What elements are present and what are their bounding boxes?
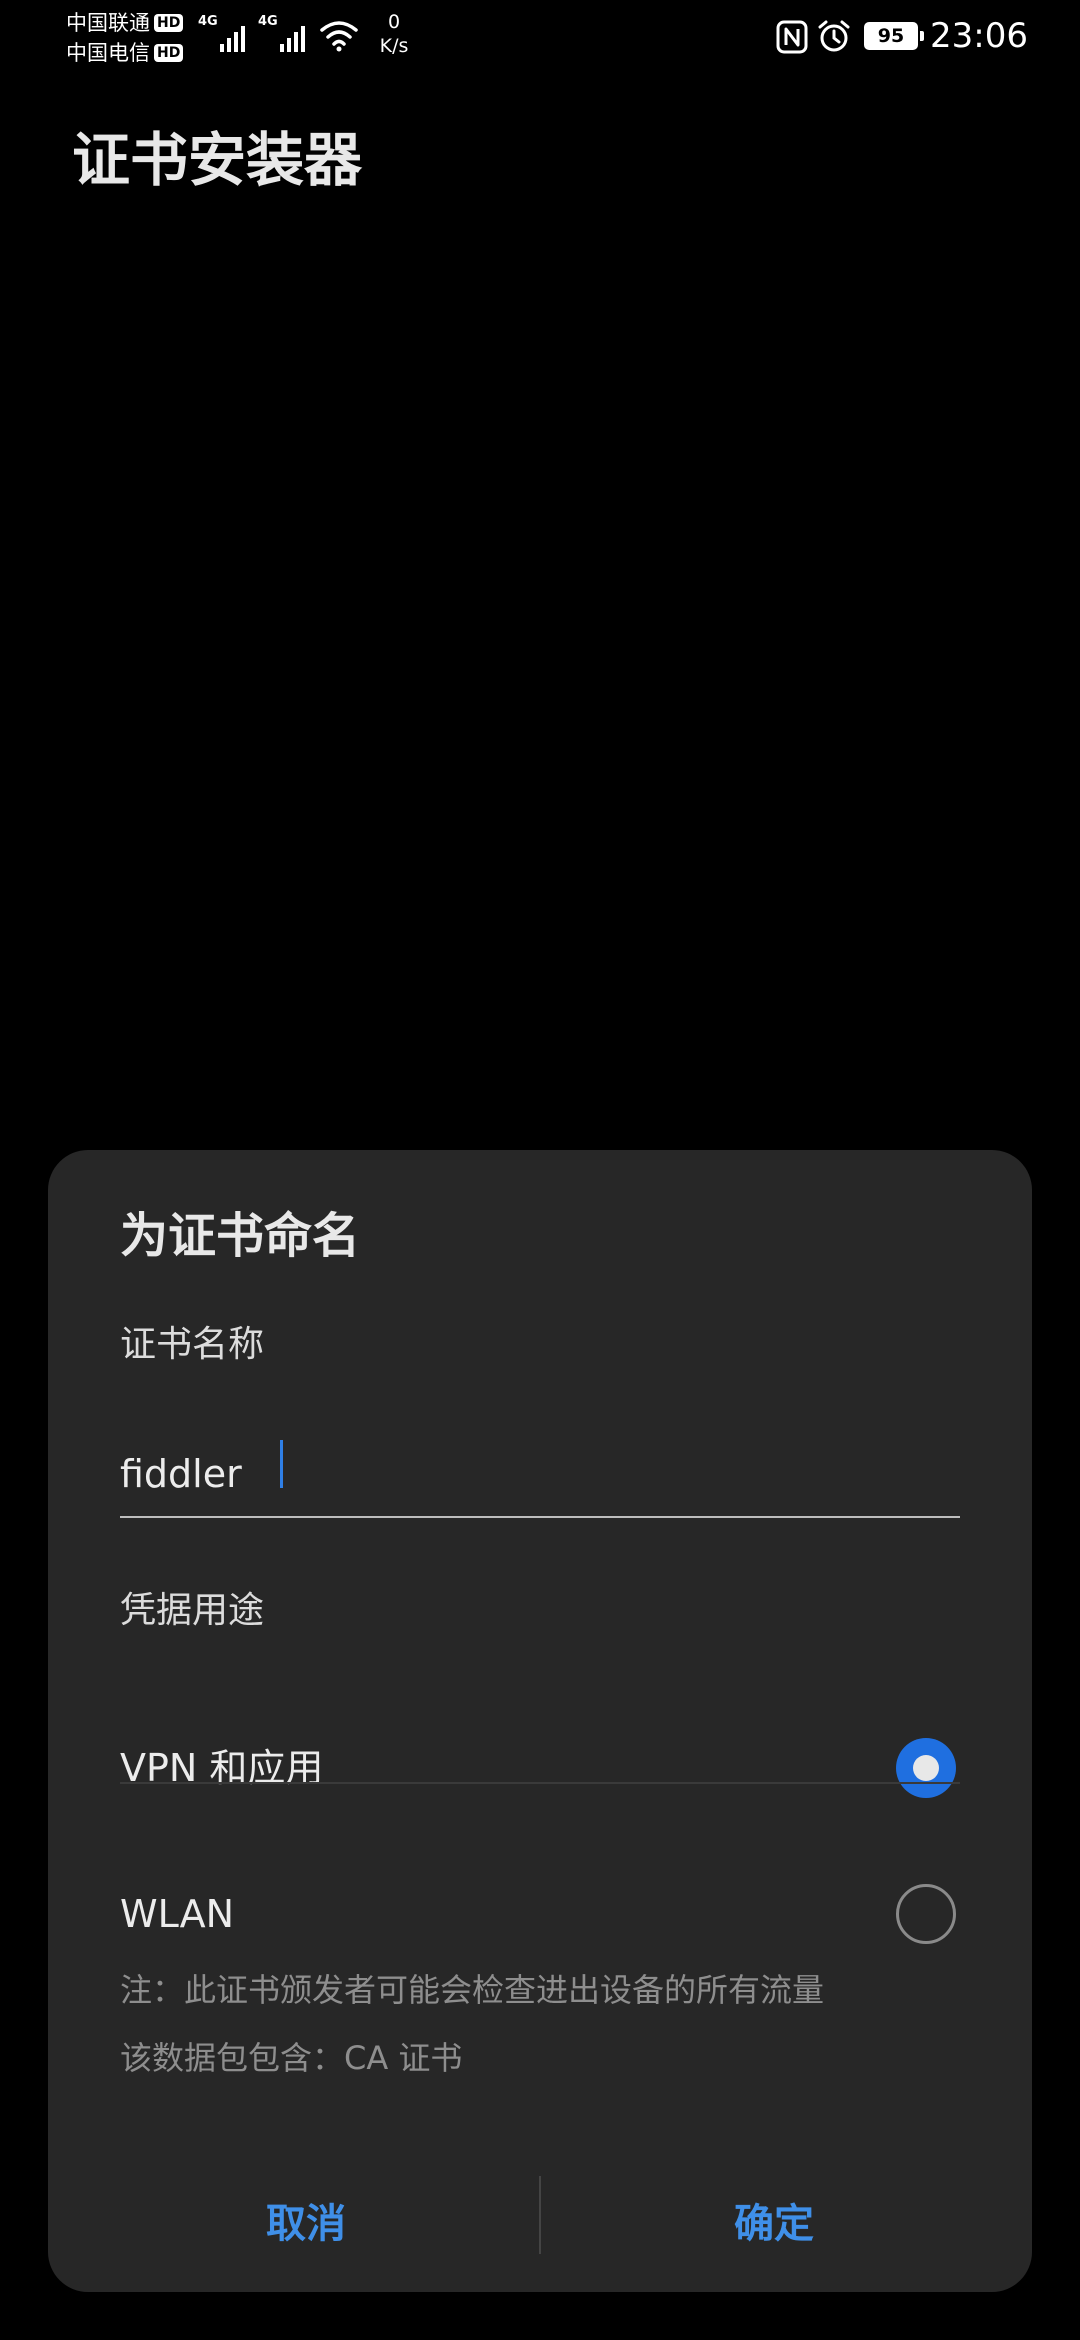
net-speed: 0 K/s xyxy=(372,10,416,58)
hd-badge-1: HD xyxy=(154,14,184,32)
credential-use-label: 凭据用途 xyxy=(120,1590,265,1631)
carrier-1: 中国联通 HD xyxy=(66,8,196,38)
note-package-contents: 该数据包包含：CA 证书 xyxy=(120,2039,463,2077)
radio-vpn-selected[interactable] xyxy=(896,1738,956,1798)
network-type-2: 4G xyxy=(258,14,278,29)
option-vpn-and-apps[interactable]: VPN 和应用 xyxy=(120,1710,960,1830)
carrier-1-label: 中国联通 xyxy=(66,11,150,35)
status-bar: 中国联通 HD 中国电信 HD 4G 4G 0 K/s 95 23:06 xyxy=(0,0,1080,72)
option-divider xyxy=(120,1782,960,1784)
option-vpn-label: VPN 和应用 xyxy=(120,1746,324,1790)
clock: 23:06 xyxy=(930,16,1028,56)
battery-icon: 95 xyxy=(864,22,918,50)
alarm-icon xyxy=(818,20,850,52)
option-wlan-label: WLAN xyxy=(120,1892,235,1936)
screen: 中国联通 HD 中国电信 HD 4G 4G 0 K/s 95 23:06 证书安… xyxy=(0,0,1080,2340)
text-cursor xyxy=(280,1440,283,1488)
signal-2-icon: 4G xyxy=(258,14,305,52)
nfc-icon xyxy=(776,20,808,54)
hd-badge-2: HD xyxy=(154,44,184,62)
dialog-actions: 取消 确定 xyxy=(48,2170,1032,2280)
radio-wlan-unselected[interactable] xyxy=(896,1884,956,1944)
battery-level: 95 xyxy=(877,25,905,47)
network-type-1: 4G xyxy=(198,14,218,29)
cancel-button[interactable]: 取消 xyxy=(86,2170,526,2270)
actions-divider xyxy=(539,2176,541,2254)
signal-1-icon: 4G xyxy=(198,14,245,52)
app-title: 证书安装器 xyxy=(72,126,363,194)
certificate-name-input[interactable] xyxy=(120,1432,960,1518)
net-speed-unit: K/s xyxy=(379,35,409,57)
dialog-title: 为证书命名 xyxy=(120,1208,361,1264)
name-certificate-dialog: 为证书命名 证书名称 凭据用途 VPN 和应用 WLAN 注：此证书颁发者可能会… xyxy=(48,1150,1032,2292)
carrier-2-label: 中国电信 xyxy=(66,41,150,65)
note-traffic-warning: 注：此证书颁发者可能会检查进出设备的所有流量 xyxy=(120,1971,825,2009)
wifi-icon xyxy=(320,21,358,52)
net-speed-value: 0 xyxy=(387,11,401,33)
confirm-button[interactable]: 确定 xyxy=(554,2170,994,2270)
certificate-name-label: 证书名称 xyxy=(120,1324,265,1365)
carrier-2: 中国电信 HD xyxy=(66,38,196,68)
carrier-info: 中国联通 HD 中国电信 HD xyxy=(66,8,196,68)
option-wlan[interactable]: WLAN xyxy=(120,1856,960,1976)
battery-tip xyxy=(920,31,924,41)
